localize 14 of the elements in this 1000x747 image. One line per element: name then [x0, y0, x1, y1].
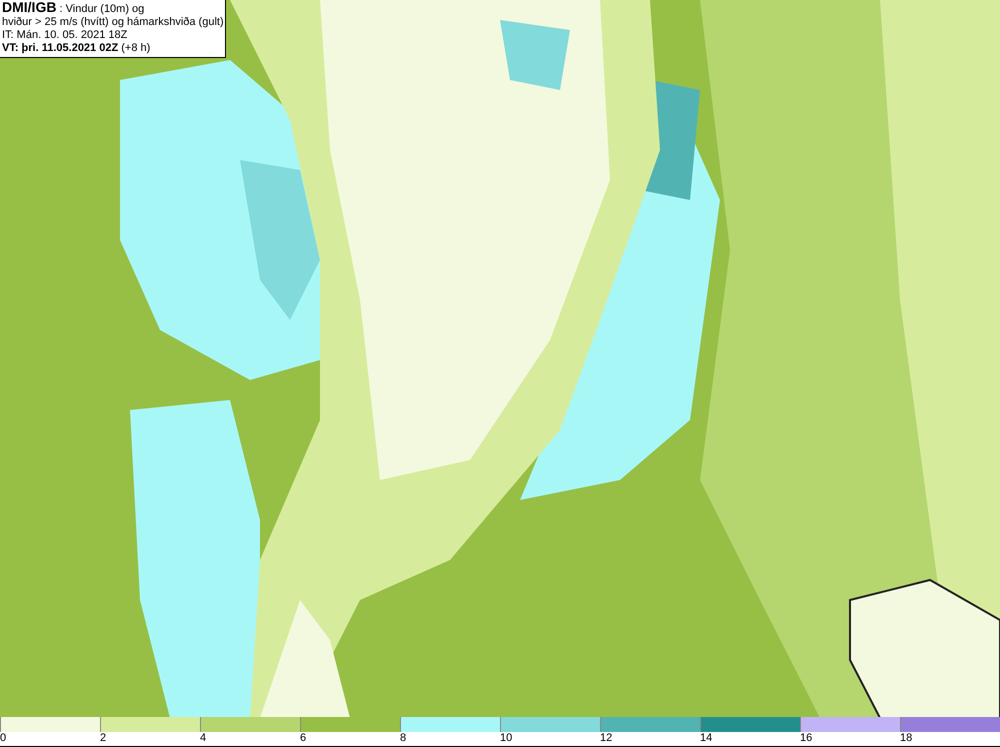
- scale-label: 6: [300, 732, 306, 746]
- caption-line: hviður > 25 m/s (hvítt) og hámarkshviða (gult): [2, 16, 222, 29]
- scale-label: 18: [900, 732, 912, 746]
- scale-label: 10: [500, 732, 512, 746]
- caption-line: VT: þri. 11.05.2021 02Z (+8 h): [2, 42, 152, 55]
- scale-label: 16: [800, 732, 812, 746]
- caption-line: IT: Mán. 10. 05. 2021 18Z: [2, 29, 128, 42]
- scale-label: 4: [200, 732, 206, 746]
- caption-line: DMI/IGB : Vindur (10m) og: [2, 1, 146, 16]
- scale-label: 2: [100, 732, 106, 746]
- scale-label: 12: [600, 732, 612, 746]
- scale-label: 0: [0, 732, 6, 746]
- scale-label: 14: [700, 732, 712, 746]
- scale-label: 8: [400, 732, 406, 746]
